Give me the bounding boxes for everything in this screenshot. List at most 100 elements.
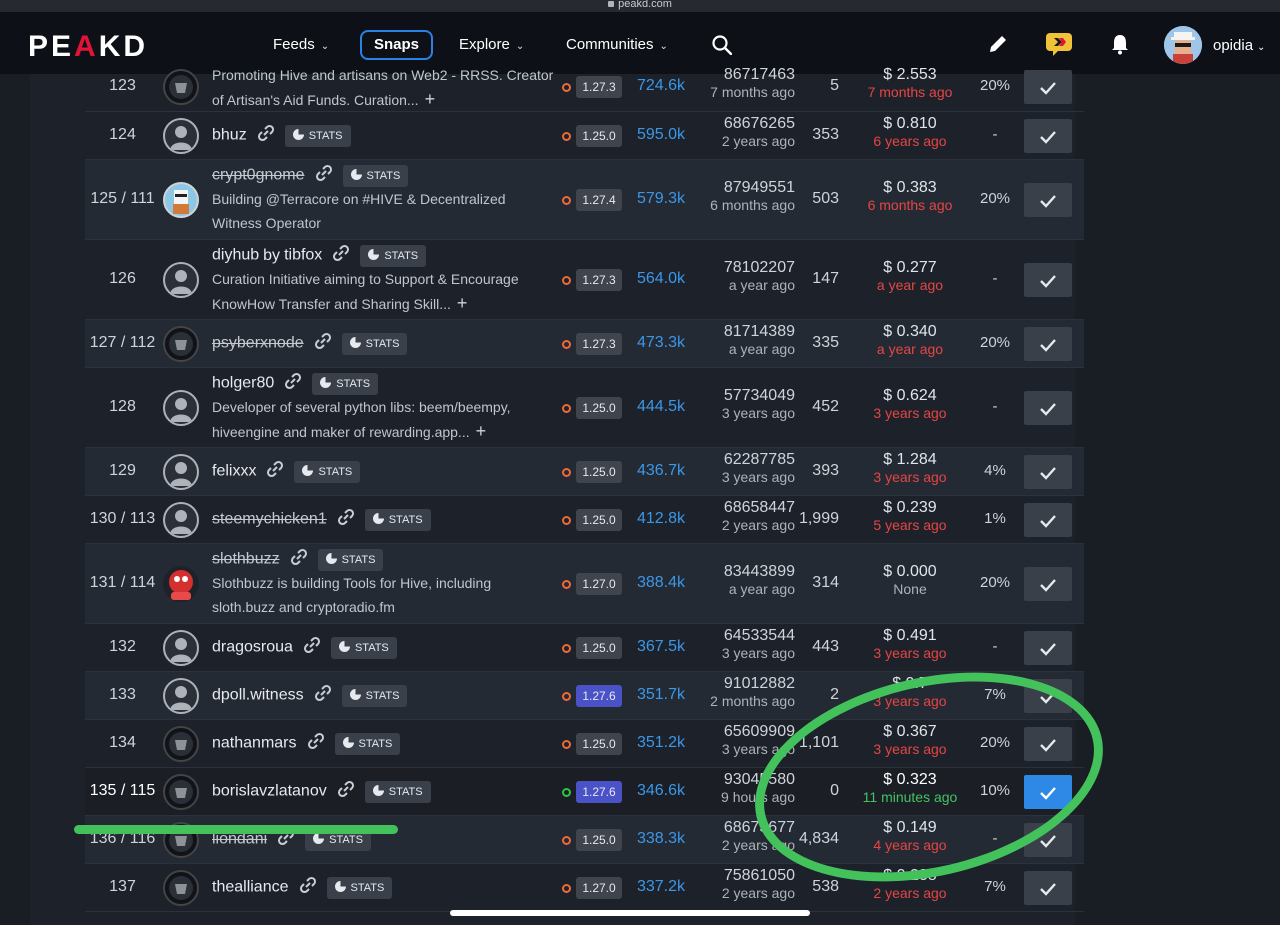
stats-button[interactable]: STATS [317,548,384,571]
avatar[interactable] [163,182,199,218]
block-number[interactable]: 78102207 [685,259,795,277]
block-number[interactable]: 91012882 [685,675,795,693]
block-number[interactable]: 62287785 [685,451,795,469]
vote-button[interactable] [1024,503,1072,537]
reward-percent: - [992,126,998,143]
link-icon[interactable] [299,876,317,899]
avatar[interactable] [163,678,199,714]
witness-name[interactable]: dragosroua [212,639,293,656]
block-number[interactable]: 68658447 [685,499,795,517]
user-avatar[interactable] [1164,26,1202,64]
hive-chat-icon[interactable] [1045,31,1073,57]
avatar[interactable] [163,118,199,154]
vote-button[interactable] [1024,183,1072,217]
link-icon[interactable] [332,244,350,267]
block-number[interactable]: 83443899 [685,563,795,581]
stats-button[interactable]: STATS [341,684,408,707]
avatar[interactable] [163,726,199,762]
vote-button[interactable] [1024,871,1072,905]
link-icon[interactable] [290,548,308,571]
username-menu[interactable]: opidia ⌄ [1213,37,1265,54]
stats-button[interactable]: STATS [326,876,393,899]
expand-plus-icon[interactable]: + [457,293,468,313]
block-number[interactable]: 81714389 [685,323,795,341]
link-icon[interactable] [314,332,332,355]
witness-name[interactable]: slothbuzz [212,551,280,568]
stats-button[interactable]: STATS [341,332,408,355]
pencil-icon[interactable] [986,32,1010,56]
stats-button[interactable]: STATS [342,164,409,187]
block-number[interactable]: 64533544 [685,627,795,645]
avatar[interactable] [163,870,199,906]
vote-button[interactable] [1024,679,1072,713]
block-number[interactable]: 87949551 [685,179,795,197]
nav-communities[interactable]: Communities ⌄ [566,36,668,53]
link-icon[interactable] [337,508,355,531]
vote-button[interactable] [1024,263,1072,297]
link-icon[interactable] [307,732,325,755]
vote-button[interactable] [1024,327,1072,361]
avatar[interactable] [163,326,199,362]
avatar[interactable] [163,390,199,426]
nav-feeds[interactable]: Feeds ⌄ [273,36,329,53]
avatar[interactable] [163,566,199,602]
block-number[interactable]: 68676265 [685,115,795,133]
stats-button[interactable]: STATS [334,732,401,755]
link-icon[interactable] [315,164,333,187]
expand-plus-icon[interactable]: + [476,421,487,441]
stats-button[interactable]: STATS [364,780,431,803]
stats-button[interactable]: STATS [364,508,431,531]
vote-button[interactable] [1024,70,1072,104]
bell-icon[interactable] [1108,32,1132,56]
witness-name[interactable]: borislavzlatanov [212,783,327,800]
witness-name[interactable]: nathanmars [212,735,297,752]
witness-name[interactable]: crypt0gnome [212,167,305,184]
avatar[interactable] [163,774,199,810]
link-icon[interactable] [266,460,284,483]
witness-name[interactable]: steemychicken1 [212,511,327,528]
witness-name[interactable]: dpoll.witness [212,687,304,704]
witness-name[interactable]: bhuz [212,127,247,144]
avatar[interactable] [163,454,199,490]
link-icon[interactable] [257,124,275,147]
link-icon[interactable] [337,780,355,803]
witness-name[interactable]: diyhub [212,247,259,264]
link-icon[interactable] [303,636,321,659]
stats-button[interactable]: STATS [330,636,397,659]
link-icon[interactable] [314,684,332,707]
search-icon[interactable] [712,35,732,55]
avatar[interactable] [163,630,199,666]
expand-plus-icon[interactable]: + [425,89,436,109]
vote-button[interactable] [1024,775,1072,809]
owner-name[interactable]: tibfox [284,247,322,264]
stats-button[interactable]: STATS [312,372,379,395]
vote-button[interactable] [1024,823,1072,857]
stats-button[interactable]: STATS [360,244,427,267]
block-number[interactable]: 75861050 [685,867,795,885]
link-icon[interactable] [284,372,302,395]
vote-button[interactable] [1024,119,1072,153]
vote-button[interactable] [1024,455,1072,489]
stats-button[interactable]: STATS [294,460,361,483]
vote-button[interactable] [1024,727,1072,761]
vote-button[interactable] [1024,567,1072,601]
avatar[interactable] [163,502,199,538]
peakd-logo[interactable]: PEAKD [28,30,148,64]
witness-name[interactable]: holger80 [212,375,274,392]
block-number[interactable]: 57734049 [685,387,795,405]
stats-button[interactable]: STATS [284,124,351,147]
block-number[interactable]: 65609909 [685,723,795,741]
block-number[interactable]: 86717463 [685,66,795,84]
block-number[interactable]: 68673677 [685,819,795,837]
avatar[interactable] [163,69,199,105]
vote-button[interactable] [1024,631,1072,665]
witness-name[interactable]: thealliance [212,879,289,896]
nav-explore[interactable]: Explore ⌄ [459,36,524,53]
witness-name[interactable]: felixxx [212,463,256,480]
vote-button[interactable] [1024,391,1072,425]
url-bar[interactable]: peakd.com [0,0,1280,12]
block-number[interactable]: 93045580 [685,771,795,789]
avatar[interactable] [163,262,199,298]
witness-name[interactable]: psyberxnode [212,335,304,352]
nav-snaps[interactable]: Snaps [360,30,433,60]
